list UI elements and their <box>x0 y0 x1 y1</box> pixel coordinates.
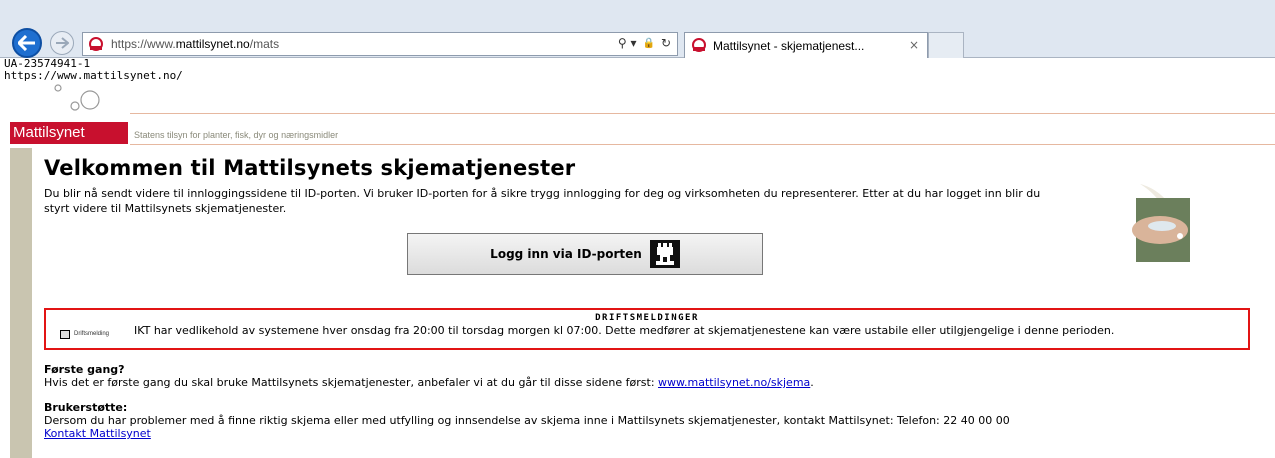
header-tagline: Statens tilsyn for planter, fisk, dyr og… <box>134 130 339 140</box>
forste-gang-text: Hvis det er første gang du skal bruke Ma… <box>44 376 814 389</box>
mattilsynet-logo[interactable]: Mattilsynet <box>10 122 128 144</box>
browser-tab[interactable]: Mattilsynet - skjematjenest... × <box>684 32 928 58</box>
hands-water-image <box>1132 184 1190 262</box>
forste-gang-heading: Første gang? <box>44 363 125 376</box>
browser-chrome: https://www.mattilsynet.no/mats ⚲ ▾ 🔒 ↻ … <box>0 0 1275 58</box>
driftsmeldinger-box: DRIFTSMELDINGER Driftsmelding IKT har ve… <box>44 308 1250 350</box>
login-button-label: Logg inn via ID-porten <box>490 247 642 261</box>
forward-button[interactable] <box>50 31 74 55</box>
header-divider-bottom <box>130 144 1275 145</box>
skjema-link[interactable]: www.mattilsynet.no/skjema <box>658 376 810 389</box>
back-button[interactable] <box>12 28 42 58</box>
address-bar[interactable]: https://www.mattilsynet.no/mats ⚲ ▾ 🔒 ↻ <box>82 32 678 56</box>
arrow-right-icon <box>56 37 69 49</box>
page-title: Velkommen til Mattilsynets skjematjenest… <box>44 156 576 180</box>
driftsmelding-text: IKT har vedlikehold av systemene hver on… <box>134 324 1115 337</box>
arrow-left-icon <box>18 35 35 51</box>
tab-favicon-icon <box>692 38 706 52</box>
header-divider <box>130 113 1275 114</box>
page-content: UA-23574941-1 https://www.mattilsynet.no… <box>0 58 1275 458</box>
brukerstotte-section: Brukerstøtte: Dersom du har problemer me… <box>44 401 1010 440</box>
address-tools: ⚲ ▾ 🔒 ↻ <box>618 36 671 50</box>
message-icon <box>60 330 70 339</box>
driftsmelding-label: Driftsmelding <box>74 331 110 337</box>
left-accent-bar <box>10 148 32 458</box>
id-porten-icon <box>649 240 680 268</box>
search-icon[interactable]: ⚲ ▾ <box>618 36 637 50</box>
logo-bubbles-icon <box>44 84 100 120</box>
new-tab-button[interactable] <box>928 32 964 58</box>
brukerstotte-heading: Brukerstøtte: <box>44 401 128 414</box>
forste-gang-section: Første gang? Hvis det er første gang du … <box>44 363 814 389</box>
driftsmeldinger-title: DRIFTSMELDINGER <box>595 313 699 323</box>
close-icon[interactable]: × <box>909 38 919 52</box>
brukerstotte-text: Dersom du har problemer med å finne rikt… <box>44 414 1010 427</box>
title-bar <box>0 0 1275 26</box>
site-favicon-icon <box>89 37 103 51</box>
intro-text: Du blir nå sendt videre til innloggingss… <box>44 187 1041 215</box>
tab-title: Mattilsynet - skjematjenest... <box>713 39 865 53</box>
debug-info: UA-23574941-1 https://www.mattilsynet.no… <box>4 58 183 82</box>
refresh-icon[interactable]: ↻ <box>661 36 671 50</box>
login-id-porten-button[interactable]: Logg inn via ID-porten <box>407 233 763 275</box>
address-url: https://www.mattilsynet.no/mats <box>111 37 280 51</box>
kontakt-link[interactable]: Kontakt Mattilsynet <box>44 427 1010 440</box>
lock-icon: 🔒 <box>642 37 655 49</box>
